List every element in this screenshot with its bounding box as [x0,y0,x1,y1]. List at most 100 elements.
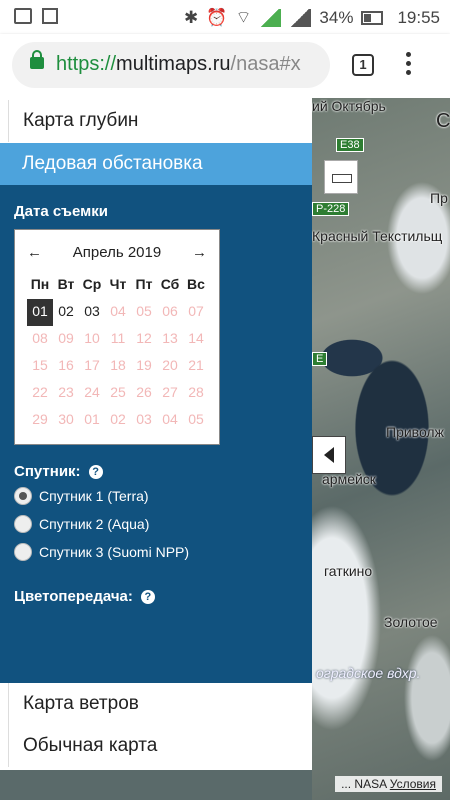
calendar-day: 12 [136,330,152,346]
gallery-notification-icon [14,8,32,24]
calendar-week-row: 15 16 17 18 19 20 21 [27,353,209,380]
url-host: multimaps.ru [116,53,231,75]
calendar-day: 26 [136,384,152,400]
calendar-day: 08 [32,330,48,346]
map-label: Золотое [384,614,438,630]
radio-button[interactable] [14,543,32,561]
wifi-icon: ⌔ [235,8,252,27]
weekday-label: Вс [187,276,205,292]
weekday-label: Пт [135,276,153,292]
menu-item-wind-map[interactable]: Карта ветров [8,683,312,725]
calendar-day: 13 [162,330,178,346]
calendar-day: 28 [188,384,204,400]
color-title-text: Цветопередача: [14,588,133,605]
next-month-button[interactable]: → [192,244,207,261]
date-calendar: ← Апрель 2019 → Пн Вт Ср Чт Пт Сб Вс 01 02 03 04 0… [14,229,220,445]
address-bar[interactable]: https://multimaps.ru/nasa#x [12,42,330,88]
calendar-day: 04 [162,411,178,427]
calendar-day: 23 [58,384,74,400]
map-attribution: ... NASA Условия [335,776,442,792]
menu-item-normal-map[interactable]: Обычная карта [8,725,312,767]
panel-toggle-button[interactable] [312,436,346,474]
calendar-day: 06 [162,303,178,319]
calendar-day: 05 [188,411,204,427]
calendar-day: 09 [58,330,74,346]
notification-icon [42,8,58,24]
road-shield: Р-228 [312,202,350,216]
radio-button[interactable] [14,487,32,505]
attribution-separator: ... [341,777,352,791]
calendar-week-row: 01 02 03 04 05 06 07 [27,299,209,326]
menu-item-ice-conditions[interactable]: Ледовая обстановка [0,143,312,185]
satellite-label: Спутник 3 (Suomi NPP) [39,544,190,560]
calendar-day: 07 [188,303,204,319]
calendar-day: 17 [84,357,100,373]
browser-toolbar: https://multimaps.ru/nasa#x 1 [0,34,450,98]
map-label: ий Октябрь [312,98,386,114]
calendar-week-row: 29 30 01 02 03 04 05 [27,407,209,434]
calendar-day: 01 [84,411,100,427]
satellite-title-text: Спутник: [14,463,81,480]
menu-item-depth-map[interactable]: Карта глубин [8,100,312,142]
map-label: С [436,110,450,132]
help-icon[interactable]: ? [140,590,155,605]
clock: 19:55 [397,7,440,27]
calendar-day: 03 [136,411,152,427]
calendar-day: 20 [162,357,178,373]
satellite-label: Спутник 1 (Terra) [39,488,149,504]
calendar-day[interactable]: 03 [79,299,105,326]
calendar-day: 18 [110,357,126,373]
ice-conditions-section: Дата съемки ← Апрель 2019 → Пн Вт Ср Чт Пт Сб… [0,185,312,758]
satellite-option[interactable]: Спутник 1 (Terra) [14,487,149,505]
calendar-grid: Пн Вт Ср Чт Пт Сб Вс 01 02 03 04 05 06 07 08 09 10 11 12 1… [27,272,209,434]
calendar-day: 24 [84,384,100,400]
calendar-day: 27 [162,384,178,400]
alarm-icon: ⏰ [206,7,228,27]
tab-switcher-button[interactable]: 1 [352,54,374,76]
satellite-title: Спутник:? [14,463,103,480]
calendar-day: 21 [188,357,204,373]
weekday-label: Пн [30,276,50,292]
map-label: Красный Текстильщ [312,228,443,244]
calendar-day: 10 [84,330,100,346]
shooting-date-title: Дата съемки [14,203,108,220]
satellite-map[interactable]: ий Октябрь С Е38 Пр Р-228 Красный Тексти… [312,98,450,800]
calendar-day: 30 [58,411,74,427]
calendar-day: 04 [110,303,126,319]
calendar-day: 25 [110,384,126,400]
map-label: гаткино [324,563,373,579]
color-title: Цветопередача:? [14,588,155,605]
browser-menu-button[interactable] [406,52,412,78]
road-shield: Е38 [336,138,364,152]
calendar-day[interactable]: 02 [53,299,79,326]
url-path: /nasa#x [230,53,301,75]
signal-sim2-icon [289,8,312,27]
calendar-day-selected[interactable]: 01 [27,299,53,326]
signal-sim1-icon [259,8,282,27]
map-label: Приволж [386,424,444,440]
radio-button[interactable] [14,515,32,533]
ruler-tool-button[interactable] [324,160,358,194]
map-label: оградское вдхр. [316,665,421,681]
map-label: Пр [430,190,448,206]
weekday-row: Пн Вт Ср Чт Пт Сб Вс [27,272,209,299]
calendar-day: 19 [136,357,152,373]
status-bar: ✱ ⏰ ⌔ 34% 19:55 [0,0,450,34]
calendar-week-row: 22 23 24 25 26 27 28 [27,380,209,407]
satellite-option[interactable]: Спутник 2 (Aqua) [14,515,149,533]
weekday-label: Чт [109,276,127,292]
weekday-label: Ср [82,276,102,292]
terms-link[interactable]: Условия [390,777,436,791]
calendar-day: 15 [32,357,48,373]
calendar-week-row: 08 09 10 11 12 13 14 [27,326,209,353]
weekday-label: Вт [57,276,75,292]
road-shield: Е [312,352,328,366]
url-text: https://multimaps.ru/nasa#x [56,53,301,76]
calendar-day: 16 [58,357,74,373]
satellite-label: Спутник 2 (Aqua) [39,516,150,532]
calendar-day: 29 [32,411,48,427]
calendar-day: 22 [32,384,48,400]
help-icon[interactable]: ? [88,465,103,480]
satellite-option[interactable]: Спутник 3 (Suomi NPP) [14,543,189,561]
url-scheme: https:// [56,53,117,75]
